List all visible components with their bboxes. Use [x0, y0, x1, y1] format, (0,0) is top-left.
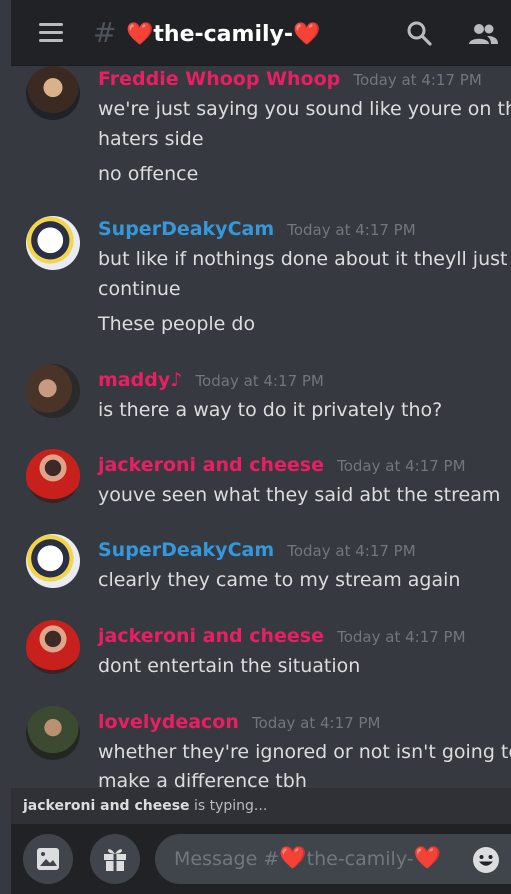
- message-list[interactable]: Freddie Whoop Whoop Today at 4:17 PM we'…: [11, 66, 511, 788]
- author-name[interactable]: jackeroni and cheese: [98, 625, 324, 647]
- hamburger-menu-icon[interactable]: [39, 23, 63, 43]
- message-header: SuperDeakyCam Today at 4:17 PM: [98, 218, 416, 240]
- message-text: whether they're ignored or not isn't goi…: [98, 741, 511, 763]
- author-name[interactable]: SuperDeakyCam: [98, 218, 274, 240]
- message-header: maddy♪ Today at 4:17 PM: [98, 369, 324, 391]
- image-icon: [37, 848, 59, 870]
- message-text: dont entertain the situation: [98, 655, 361, 677]
- search-icon[interactable]: [406, 20, 432, 46]
- heart-icon: ❤️: [293, 22, 321, 47]
- placeholder-channel: the-camily-: [306, 848, 414, 870]
- timestamp: Today at 4:17 PM: [195, 372, 324, 390]
- author-name[interactable]: maddy♪: [98, 369, 182, 391]
- message-header: jackeroni and cheese Today at 4:17 PM: [98, 454, 466, 476]
- typing-text: jackeroni and cheese is typing...: [23, 798, 267, 814]
- app-frame: # ❤️the-camily-❤️ Freddie Whoop Whoop To…: [11, 0, 511, 894]
- message-text: These people do: [98, 313, 256, 335]
- author-name[interactable]: Freddie Whoop Whoop: [98, 68, 340, 90]
- message-header: SuperDeakyCam Today at 4:17 PM: [98, 539, 416, 561]
- timestamp: Today at 4:17 PM: [337, 457, 466, 475]
- message-header: jackeroni and cheese Today at 4:17 PM: [98, 625, 466, 647]
- avatar[interactable]: [26, 449, 80, 503]
- hash-icon: #: [93, 16, 117, 49]
- message-text: but like if nothings done about it theyl…: [98, 248, 508, 270]
- heart-icon: ❤️: [279, 846, 307, 871]
- timestamp: Today at 4:17 PM: [287, 542, 416, 560]
- author-name[interactable]: lovelydeacon: [98, 711, 239, 733]
- image-upload-button[interactable]: [23, 834, 73, 884]
- message-text: youve seen what they said abt the stream: [98, 484, 501, 506]
- message-text: no offence: [98, 163, 199, 185]
- channel-header: # ❤️the-camily-❤️: [11, 0, 511, 66]
- timestamp: Today at 4:17 PM: [251, 714, 381, 732]
- timestamp: Today at 4:17 PM: [337, 628, 466, 646]
- message-placeholder: Message #❤️the-camily-❤️: [174, 846, 441, 871]
- emoji-icon[interactable]: [472, 846, 500, 874]
- author-name[interactable]: jackeroni and cheese: [98, 454, 324, 476]
- placeholder-prefix: Message #: [174, 848, 280, 870]
- channel-title: ❤️the-camily-❤️: [126, 20, 320, 50]
- message-text: make a difference tbh: [98, 770, 307, 788]
- author-name[interactable]: SuperDeakyCam: [98, 539, 274, 561]
- avatar[interactable]: [26, 364, 80, 418]
- avatar[interactable]: [26, 216, 80, 270]
- timestamp: Today at 4:17 PM: [353, 71, 482, 89]
- heart-icon: ❤️: [126, 22, 154, 47]
- message-text: we're just saying you sound like youre o…: [98, 98, 511, 120]
- message-text: is there a way to do it privately tho?: [98, 399, 443, 421]
- members-icon[interactable]: [467, 22, 499, 46]
- heart-icon: ❤️: [413, 846, 442, 871]
- message-header: Freddie Whoop Whoop Today at 4:17 PM: [98, 68, 482, 90]
- message-header: lovelydeacon Today at 4:17 PM: [98, 711, 380, 733]
- message-composer: Message #❤️the-camily-❤️: [11, 824, 511, 894]
- gift-button[interactable]: [90, 834, 140, 884]
- gift-icon: [104, 849, 126, 871]
- message-text: haters side: [98, 128, 204, 150]
- message-text: clearly they came to my stream again: [98, 569, 461, 591]
- message-text: continue: [98, 278, 181, 300]
- typing-user: jackeroni and cheese: [23, 798, 190, 814]
- avatar[interactable]: [26, 706, 80, 760]
- typing-suffix: is typing...: [189, 798, 268, 814]
- avatar[interactable]: [26, 66, 80, 120]
- avatar[interactable]: [26, 534, 80, 588]
- timestamp: Today at 4:17 PM: [287, 221, 416, 239]
- avatar[interactable]: [26, 620, 80, 674]
- message-input[interactable]: Message #❤️the-camily-❤️: [155, 834, 511, 884]
- channel-name: the-camily-: [153, 22, 294, 47]
- typing-indicator: jackeroni and cheese is typing...: [11, 788, 511, 824]
